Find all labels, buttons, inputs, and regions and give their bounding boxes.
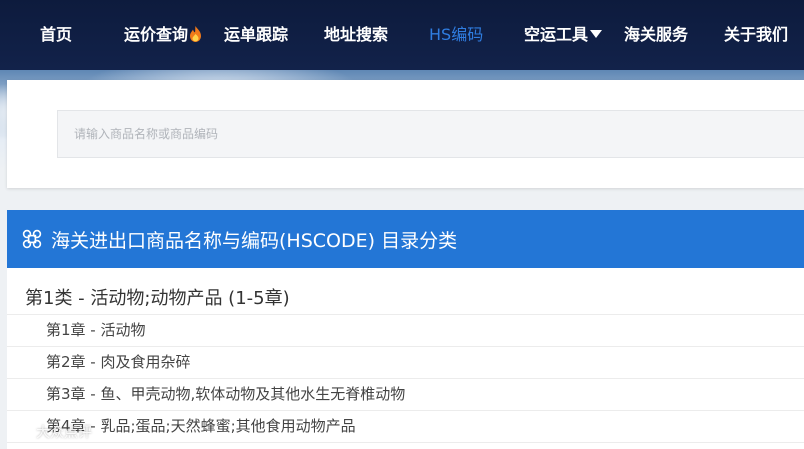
fire-icon [190,26,202,42]
catalog-header: 海关进出口商品名称与编码(HSCODE) 目录分类 [7,210,804,268]
hs-catalog-panel: 海关进出口商品名称与编码(HSCODE) 目录分类 第1类 - 活动物;动物产品… [7,210,804,449]
nav-item-label: HS编码 [429,25,484,44]
nav-item-home[interactable]: 首页 [40,0,72,70]
nav-item-label: 运价查询 [124,25,189,44]
nav-item-label: 空运工具 [524,25,589,44]
nav-item-label: 地址搜索 [324,25,389,44]
nav-item-waybill-tracking[interactable]: 运单跟踪 [224,0,288,70]
nav-item-label: 关于我们 [724,25,789,44]
caret-down-icon [590,30,603,38]
hs-chapter-link[interactable]: 第2章 - 肉及食用杂碎 [7,347,804,379]
hs-chapter-link[interactable]: 第3章 - 鱼、甲壳动物,软体动物及其他水生无脊椎动物 [7,379,804,411]
watermark-logo-icon [9,422,29,442]
top-navbar: 首页 运价查询 运单跟踪 地址搜索 HS编码 空运工具 海关服务 关于我们 [0,0,804,70]
nav-item-label: 首页 [40,25,73,44]
nav-item-about-us[interactable]: 关于我们 [724,0,788,70]
hs-chapter-link[interactable]: 第1章 - 活动物 [7,315,804,347]
nav-item-hs-code[interactable]: HS编码 [429,0,483,70]
search-card [7,80,804,188]
hs-chapter-link[interactable]: 第4章 - 乳品;蛋品;天然蜂蜜;其他食用动物产品 [7,411,804,443]
watermark-text: 大众点评 [36,425,92,441]
nav-item-freight-rates[interactable]: 运价查询 [124,0,202,70]
command-icon [22,229,42,249]
search-input[interactable] [57,110,804,158]
catalog-title: 海关进出口商品名称与编码(HSCODE) 目录分类 [51,229,458,252]
hs-class-link[interactable]: 第1类 - 活动物;动物产品 (1-5章) [7,268,804,315]
nav-item-label: 海关服务 [624,25,689,44]
nav-item-customs-services[interactable]: 海关服务 [624,0,688,70]
nav-item-label: 运单跟踪 [224,25,289,44]
nav-item-address-search[interactable]: 地址搜索 [324,0,388,70]
nav-item-air-tools[interactable]: 空运工具 [524,0,603,70]
watermark: 大众点评 [8,420,92,444]
